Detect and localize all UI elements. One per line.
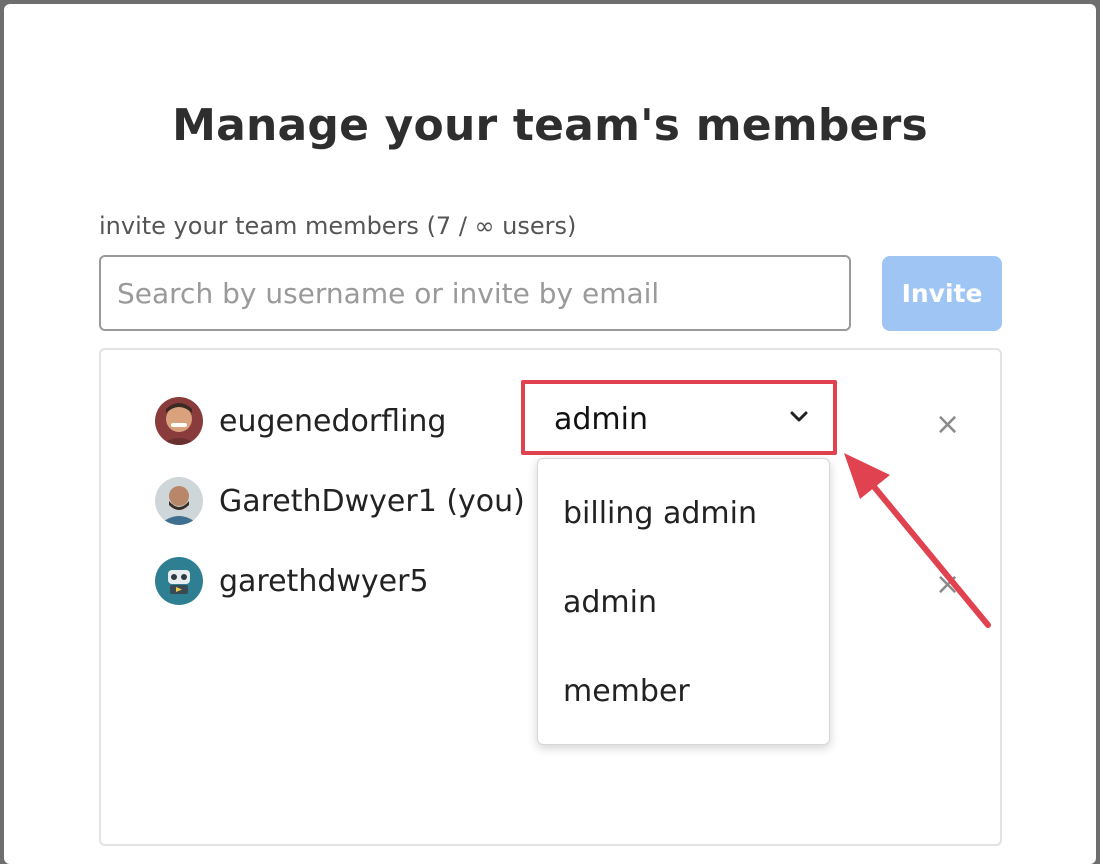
annotation-arrow [844, 453, 991, 628]
member-name: garethdwyer5 [219, 563, 429, 599]
remove-member-icon[interactable]: × [935, 410, 960, 440]
invite-button[interactable]: Invite [882, 256, 1002, 331]
menu-item-admin[interactable]: admin [563, 585, 657, 620]
robot-avatar [155, 557, 203, 605]
role-select-value: admin [554, 402, 648, 437]
role-select[interactable]: admin [521, 380, 837, 455]
chevron-down-icon [790, 411, 808, 422]
menu-item-member[interactable]: member [563, 674, 690, 709]
avatar [155, 477, 203, 525]
page-title: Manage your team's members [172, 100, 928, 151]
member-row: GarethDwyer1 (you) [155, 475, 525, 527]
role-dropdown-menu: billing admin admin member [537, 458, 830, 745]
search-input[interactable] [99, 255, 851, 331]
member-name: GarethDwyer1 (you) [219, 483, 525, 519]
member-row: garethdwyer5 [155, 555, 429, 607]
menu-item-billing-admin[interactable]: billing admin [563, 496, 757, 531]
member-row: eugenedorfling [155, 395, 446, 447]
invite-label: invite your team members (7 / ∞ users) [99, 212, 577, 240]
member-name: eugenedorfling [219, 403, 447, 439]
avatar [155, 397, 203, 445]
